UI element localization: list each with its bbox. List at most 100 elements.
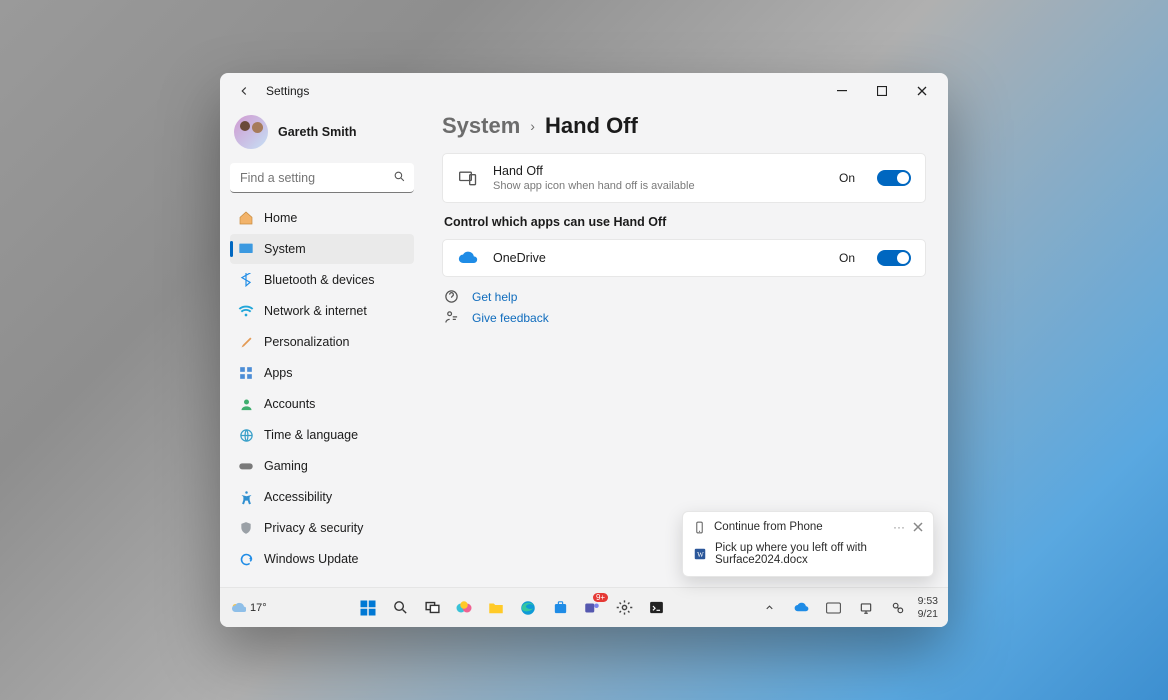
- get-help-row[interactable]: Get help: [442, 289, 926, 304]
- sidebar-item-bluetooth[interactable]: Bluetooth & devices: [230, 265, 414, 295]
- close-button[interactable]: [902, 77, 942, 105]
- tray-sound[interactable]: [886, 596, 910, 620]
- clock[interactable]: 9:53 9/21: [918, 595, 938, 619]
- sidebar-item-label: Bluetooth & devices: [264, 273, 375, 287]
- avatar: [234, 115, 268, 149]
- wifi-small-icon: [859, 601, 873, 615]
- sidebar-item-accessibility[interactable]: Accessibility: [230, 482, 414, 512]
- terminal-icon: [648, 599, 665, 616]
- word-doc-icon: W: [693, 547, 707, 561]
- back-button[interactable]: [230, 77, 258, 105]
- tray-onedrive[interactable]: [790, 596, 814, 620]
- sidebar-item-label: Accessibility: [264, 490, 332, 504]
- settings-taskbar-button[interactable]: [612, 596, 636, 620]
- search-button[interactable]: [388, 596, 412, 620]
- teams-button[interactable]: 9+: [580, 596, 604, 620]
- windows-icon: [359, 599, 377, 617]
- start-button[interactable]: [356, 596, 380, 620]
- close-icon: [917, 86, 927, 96]
- tray-overflow-button[interactable]: [758, 596, 782, 620]
- store-icon: [552, 599, 569, 616]
- toast-title: Continue from Phone: [714, 521, 885, 533]
- window-controls: [822, 77, 942, 105]
- get-help-link: Get help: [472, 290, 517, 304]
- onedrive-toggle[interactable]: [877, 250, 911, 266]
- phone-icon: [693, 521, 706, 534]
- search-input[interactable]: [230, 163, 414, 193]
- handoff-toggle[interactable]: [877, 170, 911, 186]
- give-feedback-link: Give feedback: [472, 311, 549, 325]
- app-title: Settings: [266, 84, 309, 98]
- clock-date: 9/21: [918, 608, 938, 620]
- store-button[interactable]: [548, 596, 572, 620]
- sidebar-item-windows-update[interactable]: Windows Update: [230, 544, 414, 574]
- sidebar-item-label: Home: [264, 211, 297, 225]
- breadcrumb-parent[interactable]: System: [442, 113, 520, 139]
- help-icon: [442, 289, 460, 304]
- update-icon: [238, 551, 254, 567]
- sidebar-item-label: Time & language: [264, 428, 358, 442]
- minimize-button[interactable]: [822, 77, 862, 105]
- sidebar-item-privacy[interactable]: Privacy & security: [230, 513, 414, 543]
- onedrive-state-label: On: [839, 251, 855, 265]
- tray-network[interactable]: [854, 596, 878, 620]
- file-explorer-button[interactable]: [484, 596, 508, 620]
- onedrive-title: OneDrive: [493, 251, 825, 265]
- sidebar-item-accounts[interactable]: Accounts: [230, 389, 414, 419]
- profile-name: Gareth Smith: [278, 125, 357, 139]
- link-icon: [891, 601, 905, 615]
- sidebar-item-label: Windows Update: [264, 552, 359, 566]
- give-feedback-row[interactable]: Give feedback: [442, 310, 926, 325]
- sidebar-item-personalization[interactable]: Personalization: [230, 327, 414, 357]
- system-tray: 9:53 9/21: [758, 595, 938, 619]
- accessibility-icon: [238, 489, 254, 505]
- terminal-button[interactable]: [644, 596, 668, 620]
- sidebar-item-system[interactable]: System: [230, 234, 414, 264]
- sidebar-item-home[interactable]: Home: [230, 203, 414, 233]
- sidebar-item-label: System: [264, 242, 306, 256]
- sidebar-item-label: Personalization: [264, 335, 349, 349]
- copilot-button[interactable]: [452, 596, 476, 620]
- sidebar-item-label: Accounts: [264, 397, 315, 411]
- sidebar-item-label: Privacy & security: [264, 521, 363, 535]
- sidebar-item-gaming[interactable]: Gaming: [230, 451, 414, 481]
- search-icon: [392, 599, 409, 616]
- tray-language[interactable]: [822, 596, 846, 620]
- titlebar: Settings: [220, 73, 948, 109]
- onedrive-icon: [457, 251, 479, 265]
- teams-badge: 9+: [593, 593, 608, 602]
- profile-block[interactable]: Gareth Smith: [230, 109, 414, 163]
- sidebar: Gareth Smith Home System Bluetooth & dev…: [220, 109, 424, 587]
- shield-icon: [238, 520, 254, 536]
- toast-close-button[interactable]: [913, 522, 923, 532]
- toast-more-button[interactable]: ···: [893, 520, 905, 534]
- cloud-icon: [794, 602, 809, 613]
- handoff-state-label: On: [839, 171, 855, 185]
- clock-time: 9:53: [918, 595, 938, 607]
- handoff-subtitle: Show app icon when hand off is available: [493, 180, 825, 192]
- section-title: Control which apps can use Hand Off: [444, 215, 926, 229]
- continue-from-phone-toast[interactable]: Continue from Phone ··· W Pick up where …: [682, 511, 934, 577]
- sidebar-item-network[interactable]: Network & internet: [230, 296, 414, 326]
- maximize-button[interactable]: [862, 77, 902, 105]
- system-icon: [238, 241, 254, 257]
- task-view-button[interactable]: [420, 596, 444, 620]
- feedback-icon: [442, 310, 460, 325]
- taskbar: 17° 9+ 9:53 9/21: [220, 587, 948, 627]
- gear-icon: [616, 599, 633, 616]
- copilot-icon: [455, 599, 473, 617]
- weather-icon: [230, 600, 246, 616]
- search-icon: [393, 170, 406, 183]
- keyboard-icon: [826, 602, 841, 614]
- task-view-icon: [424, 599, 441, 616]
- globe-icon: [238, 427, 254, 443]
- sidebar-item-label: Network & internet: [264, 304, 367, 318]
- weather-widget[interactable]: 17°: [230, 600, 267, 616]
- edge-button[interactable]: [516, 596, 540, 620]
- breadcrumb: System › Hand Off: [442, 109, 926, 153]
- chevron-right-icon: ›: [530, 118, 535, 134]
- person-icon: [238, 396, 254, 412]
- sidebar-item-apps[interactable]: Apps: [230, 358, 414, 388]
- sidebar-item-label: Apps: [264, 366, 293, 380]
- sidebar-item-time-language[interactable]: Time & language: [230, 420, 414, 450]
